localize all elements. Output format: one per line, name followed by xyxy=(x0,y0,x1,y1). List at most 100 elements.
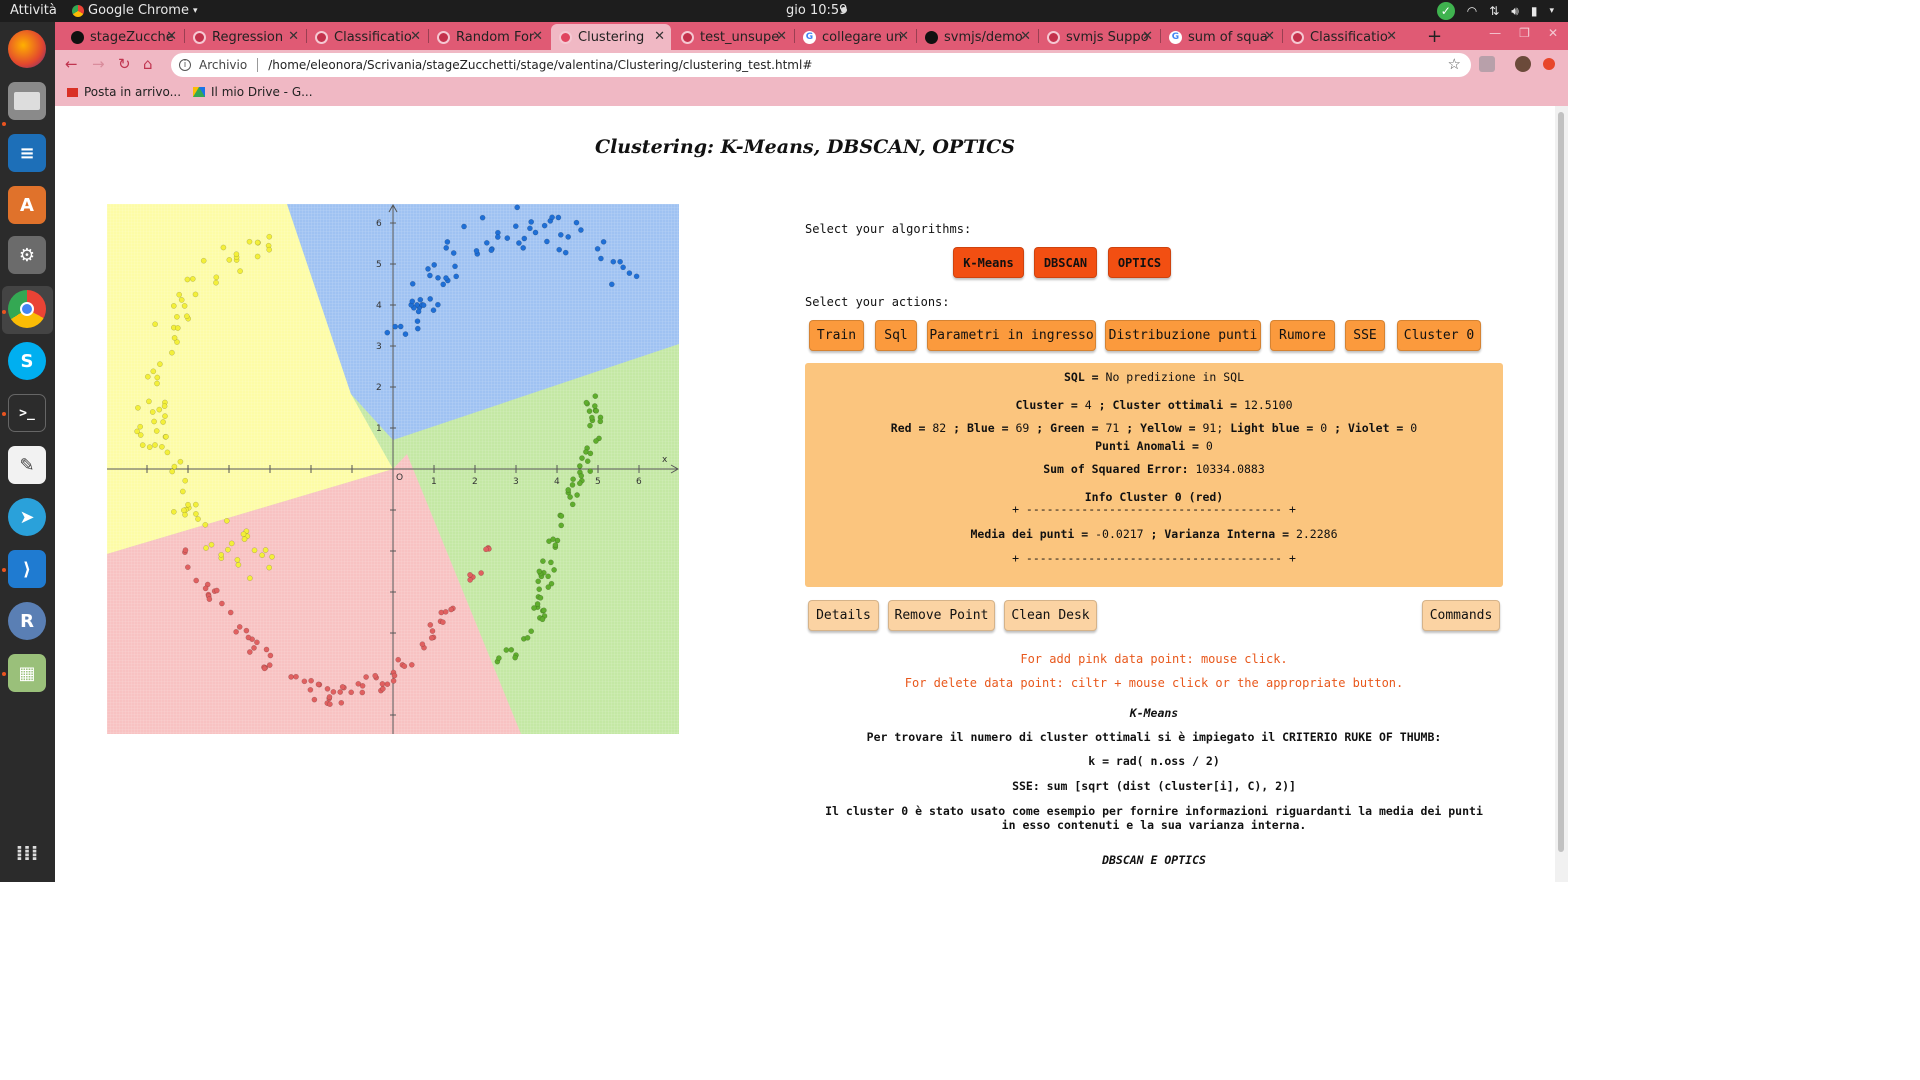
close-icon[interactable]: ✕ xyxy=(1548,26,1558,40)
close-tab-icon[interactable]: ✕ xyxy=(654,29,665,44)
image-viewer-icon[interactable]: ▦ xyxy=(8,654,46,692)
red-point xyxy=(263,646,270,653)
parametri-button[interactable]: Parametri in ingresso xyxy=(927,320,1096,351)
r-icon[interactable]: R xyxy=(8,602,46,640)
minimize-icon[interactable]: — xyxy=(1489,26,1501,40)
yellow-point xyxy=(269,553,275,560)
rumore-button[interactable]: Rumore xyxy=(1270,320,1335,351)
green-point xyxy=(535,578,542,585)
browser-tab[interactable]: Random For ✕ xyxy=(429,24,549,50)
chrome-icon[interactable] xyxy=(8,290,46,328)
reload-icon[interactable]: ↻ xyxy=(118,55,131,73)
avatar[interactable] xyxy=(1515,56,1531,72)
bookmark-gmail[interactable]: Posta in arrivo... xyxy=(67,85,181,99)
red-point xyxy=(293,673,299,680)
browser-tab[interactable]: svmjs/demo ✕ xyxy=(917,24,1037,50)
optics-button[interactable]: OPTICS xyxy=(1108,247,1171,278)
bookmark-star-icon[interactable]: ☆ xyxy=(1448,55,1461,73)
cluster-line: Cluster = 4 ; Cluster ottimali = 12.5100 xyxy=(1015,398,1293,412)
blue-point xyxy=(402,331,409,337)
writer-icon[interactable]: ≡ xyxy=(8,134,46,172)
software-center-icon[interactable]: A xyxy=(8,186,46,224)
details-button[interactable]: Details xyxy=(808,600,879,631)
scrollbar-thumb[interactable] xyxy=(1558,112,1564,852)
extension-icon[interactable] xyxy=(1479,56,1495,72)
green-point xyxy=(541,607,547,614)
close-tab-icon[interactable]: ✕ xyxy=(288,29,299,44)
yellow-point xyxy=(184,276,191,283)
close-tab-icon[interactable]: ✕ xyxy=(898,29,909,44)
sql-button[interactable]: Sql xyxy=(875,320,917,351)
activities-button[interactable]: Attività xyxy=(10,3,57,18)
browser-tab[interactable]: Regression ✕ xyxy=(185,24,305,50)
address-bar[interactable]: i Archivio /home/eleonora/Scrivania/stag… xyxy=(171,53,1471,77)
blue-point xyxy=(626,270,633,276)
close-tab-icon[interactable]: ✕ xyxy=(1386,29,1397,44)
files-icon[interactable] xyxy=(8,82,46,120)
blue-point xyxy=(415,308,422,315)
red-point xyxy=(429,628,436,634)
browser-tab[interactable]: test_unsupe ✕ xyxy=(673,24,793,50)
close-tab-icon[interactable]: ✕ xyxy=(1020,29,1031,44)
commands-button[interactable]: Commands xyxy=(1422,600,1500,631)
menu-icon[interactable] xyxy=(1543,58,1555,70)
page-scrollbar[interactable] xyxy=(1555,106,1568,882)
close-tab-icon[interactable]: ✕ xyxy=(776,29,787,44)
terminal-icon[interactable]: >_ xyxy=(8,394,46,432)
system-tray[interactable]: ✓ ◠ ⇅ 🔊︎ ▮ ▾ xyxy=(1436,2,1554,20)
blue-point xyxy=(450,250,457,256)
cluster0-button[interactable]: Cluster 0 xyxy=(1397,320,1481,351)
clean-desk-button[interactable]: Clean Desk xyxy=(1004,600,1097,631)
close-tab-icon[interactable]: ✕ xyxy=(410,29,421,44)
kmeans-button[interactable]: K-Means xyxy=(953,247,1024,278)
dbscan-button[interactable]: DBSCAN xyxy=(1034,247,1097,278)
distribuzione-button[interactable]: Distribuzione punti xyxy=(1105,320,1261,351)
yellow-point xyxy=(182,477,189,484)
red-point xyxy=(326,694,333,700)
browser-tab[interactable]: Classificatio ✕ xyxy=(1283,24,1403,50)
info-icon[interactable]: i xyxy=(179,59,191,71)
green-point xyxy=(550,536,556,543)
app-menu[interactable]: Google Chrome ▾ xyxy=(72,3,198,18)
remove-point-button[interactable]: Remove Point xyxy=(888,600,995,631)
telegram-icon[interactable]: ➤ xyxy=(8,498,46,536)
browser-tab[interactable]: Gcollegare un ✕ xyxy=(795,24,915,50)
red-point xyxy=(363,674,369,680)
page-icon xyxy=(315,30,328,44)
vscode-icon[interactable]: ⟩ xyxy=(8,550,46,588)
show-apps-icon[interactable]: ⁞⁞⁞ xyxy=(8,834,46,872)
red-point xyxy=(478,570,484,576)
text-editor-icon[interactable]: ✎ xyxy=(8,446,46,484)
maximize-icon[interactable]: ❐ xyxy=(1519,26,1530,40)
red-point xyxy=(308,677,314,684)
divider-top: + ------------------------------------- … xyxy=(1012,502,1296,516)
update-check-icon[interactable]: ✓ xyxy=(1436,2,1455,20)
firefox-icon[interactable] xyxy=(8,30,46,68)
train-button[interactable]: Train xyxy=(809,320,864,351)
bookmark-drive[interactable]: Il mio Drive - G... xyxy=(193,85,313,99)
clock[interactable]: gio 10:59 xyxy=(786,3,847,18)
browser-tab[interactable]: svmjs Suppo ✕ xyxy=(1039,24,1159,50)
close-tab-icon[interactable]: ✕ xyxy=(1264,29,1275,44)
red-point xyxy=(254,639,260,646)
yellow-point xyxy=(208,541,215,548)
sse-button[interactable]: SSE xyxy=(1345,320,1385,351)
browser-tab[interactable]: Clustering ✕ xyxy=(551,24,671,50)
close-tab-icon[interactable]: ✕ xyxy=(166,29,177,44)
forward-icon[interactable]: → xyxy=(92,55,105,73)
settings-icon[interactable]: ⚙ xyxy=(8,236,46,274)
cluster-plot-canvas[interactable]: 1 2 3 4 5 6 1 2 3 4 5 6 Ox xyxy=(107,204,679,734)
yellow-point xyxy=(223,517,230,524)
browser-tab[interactable]: Classificatio ✕ xyxy=(307,24,427,50)
close-tab-icon[interactable]: ✕ xyxy=(1142,29,1153,44)
close-tab-icon[interactable]: ✕ xyxy=(532,29,543,44)
x-tick-label: 1 xyxy=(431,477,437,487)
browser-tab[interactable]: stageZucche ✕ xyxy=(63,24,183,50)
back-icon[interactable]: ← xyxy=(65,55,78,73)
blue-point xyxy=(578,227,584,233)
yellow-point xyxy=(137,432,144,438)
home-icon[interactable]: ⌂ xyxy=(143,55,153,73)
browser-tab[interactable]: Gsum of squa ✕ xyxy=(1161,24,1281,50)
new-tab-button[interactable]: + xyxy=(1427,26,1442,47)
skype-icon[interactable]: S xyxy=(8,342,46,380)
